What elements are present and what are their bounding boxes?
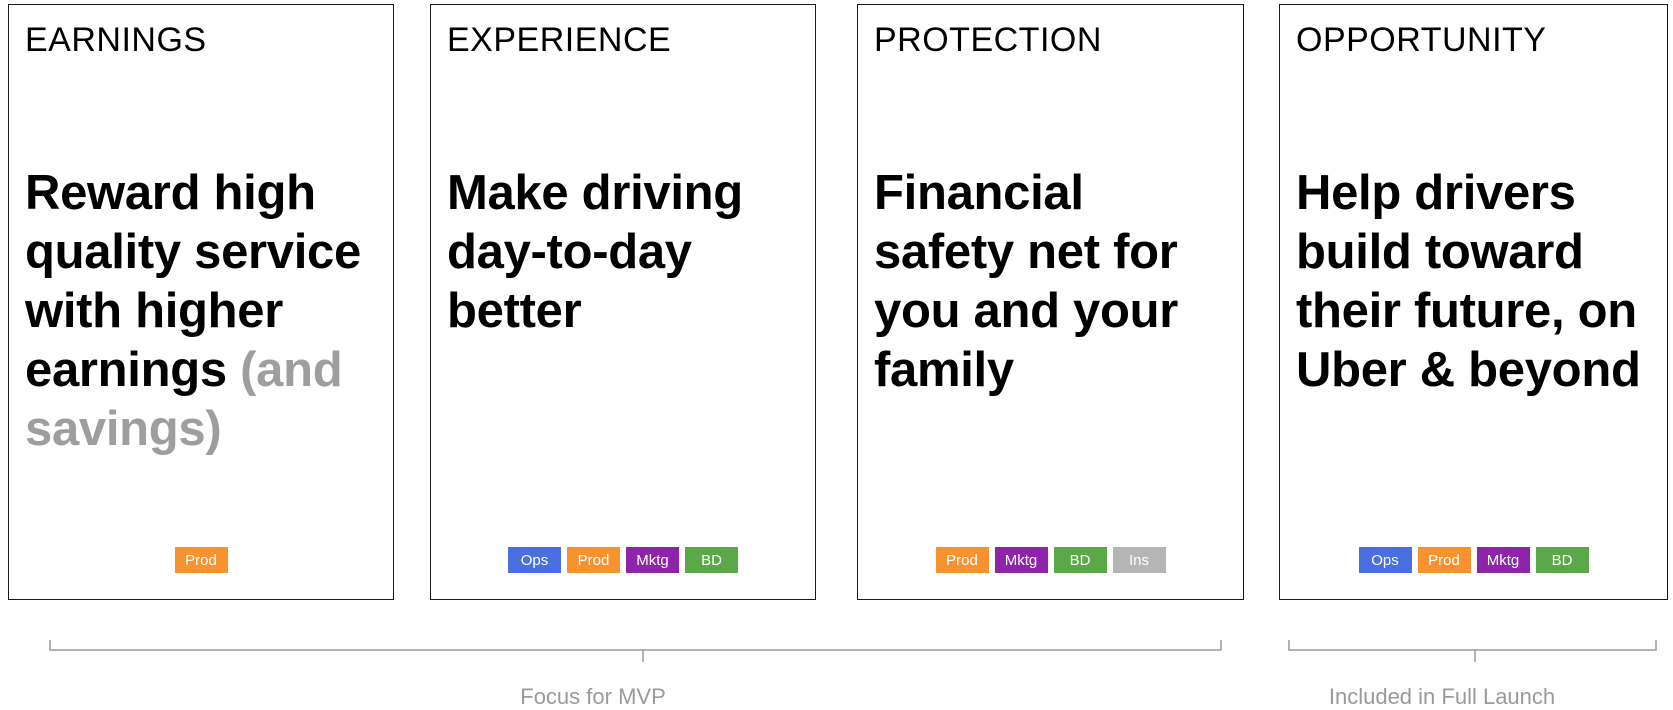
team-tags: Ops Prod Mktg BD (431, 547, 815, 573)
statement-text: Make driving day-to-day better (447, 166, 743, 338)
statement-text: Financial safety net for you and your fa… (874, 166, 1179, 397)
tag-prod: Prod (935, 547, 989, 573)
tag-prod: Prod (174, 547, 228, 573)
tag-mktg: Mktg (994, 547, 1048, 573)
card-protection: PROTECTION Financial safety net for you … (857, 4, 1244, 600)
mvp-label: Focus for MVP (520, 684, 666, 709)
card-title: EXPERIENCE (447, 21, 672, 59)
card-title: PROTECTION (874, 21, 1102, 59)
statement-text: Help drivers build toward their future, … (1296, 166, 1641, 397)
team-tags: Prod (9, 547, 393, 573)
card-experience: EXPERIENCE Make driving day-to-day bette… (430, 4, 816, 600)
card-statement: Help drivers build toward their future, … (1296, 164, 1657, 400)
card-earnings: EARNINGS Reward high quality service wit… (8, 4, 394, 600)
full-launch-bracket (1288, 640, 1657, 662)
tag-mktg: Mktg (1476, 547, 1530, 573)
card-statement: Financial safety net for you and your fa… (874, 164, 1233, 400)
tag-ops: Ops (508, 547, 561, 573)
tag-mktg: Mktg (626, 547, 679, 573)
tag-ins: Ins (1112, 547, 1166, 573)
full-launch-label: Included in Full Launch (1328, 684, 1556, 709)
team-tags: Prod Mktg BD Ins (858, 547, 1243, 573)
tag-bd: BD (1053, 547, 1107, 573)
card-title: EARNINGS (25, 21, 207, 59)
card-statement: Reward high quality service with higher … (25, 164, 383, 459)
tag-ops: Ops (1358, 547, 1412, 573)
card-statement: Make driving day-to-day better (447, 164, 805, 341)
tag-bd: BD (1535, 547, 1589, 573)
team-tags: Ops Prod Mktg BD (1280, 547, 1667, 573)
card-title: OPPORTUNITY (1296, 21, 1547, 59)
tag-bd: BD (685, 547, 738, 573)
card-opportunity: OPPORTUNITY Help drivers build toward th… (1279, 4, 1668, 600)
tag-prod: Prod (1417, 547, 1471, 573)
tag-prod: Prod (567, 547, 620, 573)
